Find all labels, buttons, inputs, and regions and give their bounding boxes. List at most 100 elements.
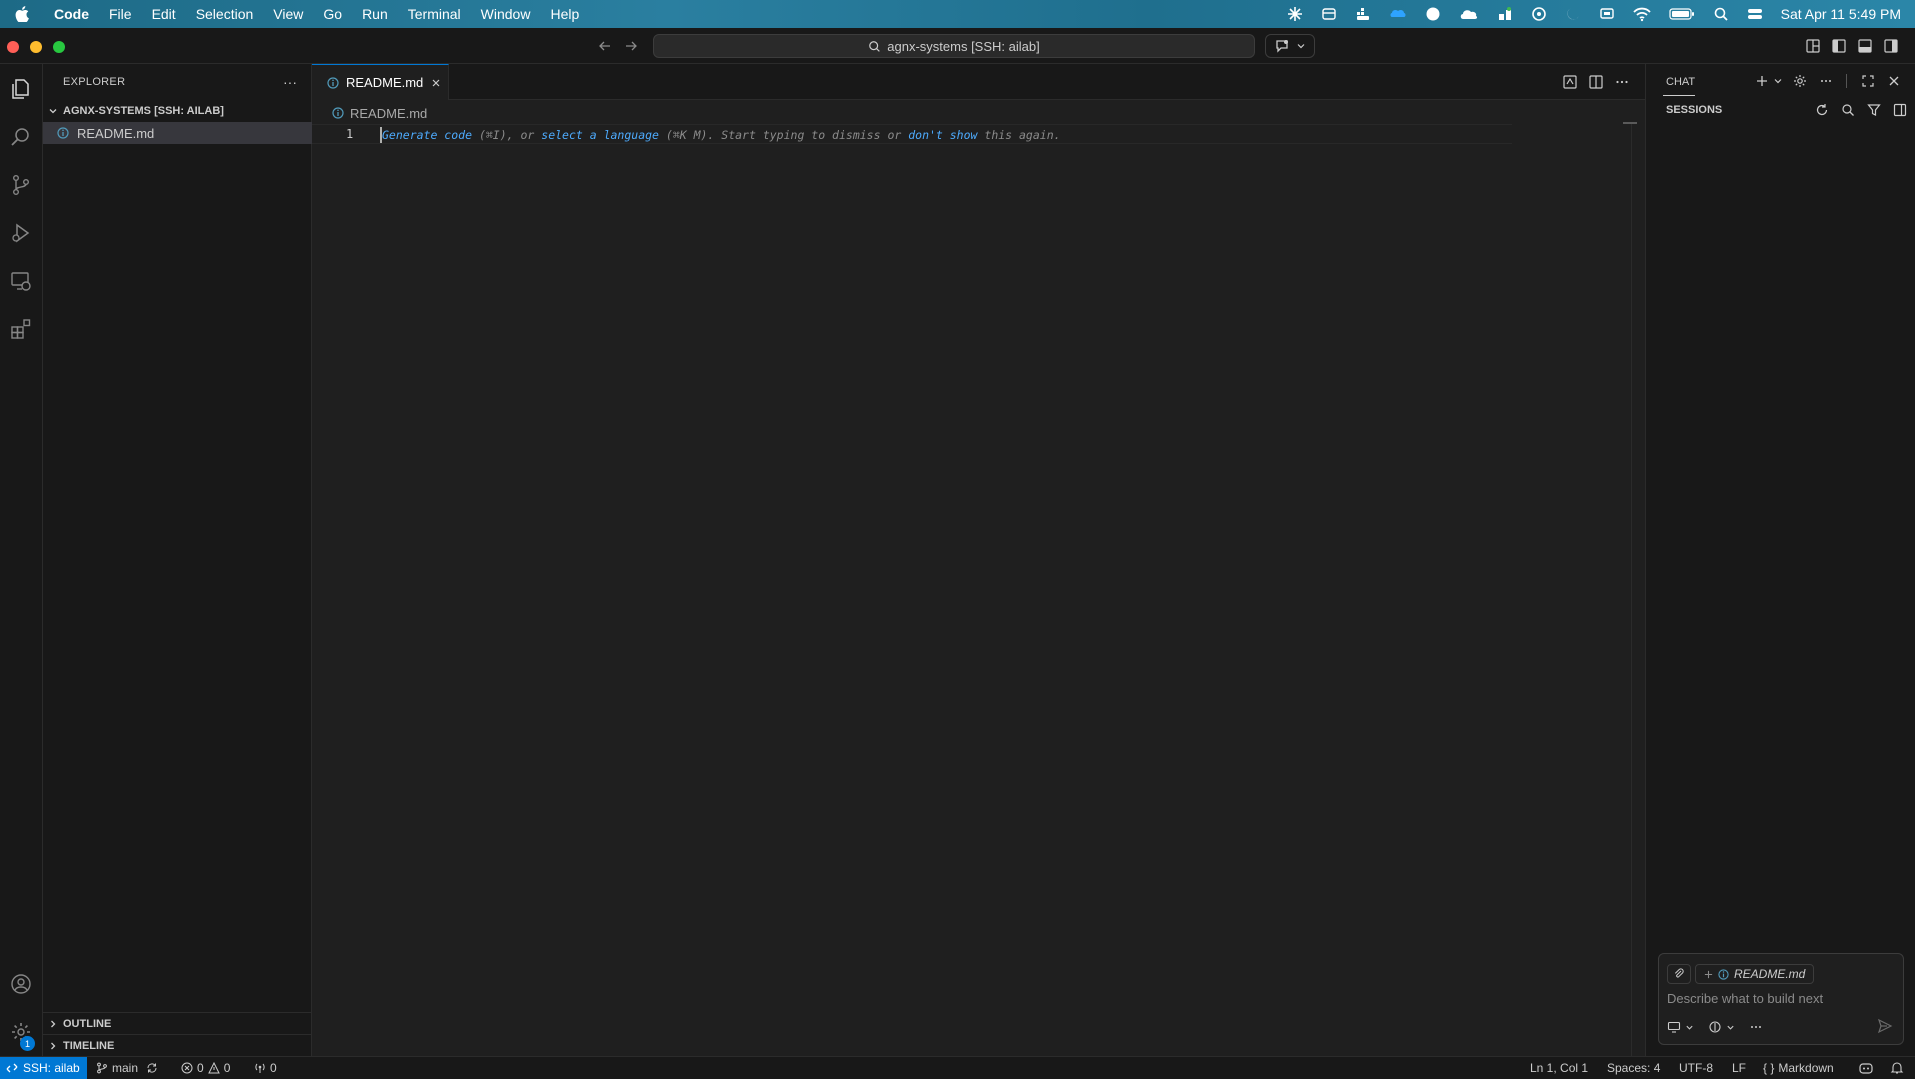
- editor-tab-bar: README.md: [312, 64, 1645, 100]
- package-icon[interactable]: [1321, 6, 1337, 22]
- remote-explorer-icon[interactable]: [8, 268, 34, 294]
- display-icon[interactable]: [1599, 6, 1615, 22]
- refresh-icon[interactable]: [1814, 102, 1830, 118]
- sync-icon[interactable]: [146, 1062, 158, 1074]
- chat-mode-picker[interactable]: [1667, 1020, 1694, 1034]
- spotlight-icon[interactable]: [1713, 6, 1729, 22]
- control-center-icon[interactable]: [1747, 6, 1763, 22]
- open-preview-icon[interactable]: [1562, 74, 1578, 90]
- back-arrow-icon[interactable]: [597, 38, 613, 54]
- menu-edit[interactable]: Edit: [142, 6, 186, 22]
- chat-tab-underline: [1663, 95, 1695, 96]
- copilot-status-icon[interactable]: [1858, 1057, 1874, 1079]
- maximize-icon[interactable]: [1860, 73, 1876, 89]
- customize-layout-icon[interactable]: [1805, 38, 1821, 54]
- workspace-folder-row[interactable]: AGNX-SYSTEMS [SSH: AILAB]: [43, 100, 312, 122]
- close-tab-icon[interactable]: [430, 77, 442, 89]
- attach-context-button[interactable]: [1667, 964, 1691, 984]
- info-file-icon: [327, 76, 339, 89]
- menu-run[interactable]: Run: [352, 6, 398, 22]
- file-tree-item-readme[interactable]: README.md: [43, 122, 312, 144]
- menu-window[interactable]: Window: [471, 6, 541, 22]
- generate-code-link[interactable]: Generate code: [382, 128, 472, 142]
- minimize-window-button[interactable]: [30, 41, 42, 53]
- wifi-icon[interactable]: [1632, 6, 1651, 22]
- cursor-position-status[interactable]: Ln 1, Col 1: [1530, 1057, 1588, 1079]
- openai-icon[interactable]: [1531, 6, 1547, 22]
- menu-help[interactable]: Help: [540, 6, 589, 22]
- forward-arrow-icon[interactable]: [623, 38, 639, 54]
- sparkle-icon[interactable]: [1287, 6, 1303, 22]
- command-center-search[interactable]: agnx-systems [SSH: ailab]: [653, 34, 1255, 58]
- menu-view[interactable]: View: [263, 6, 313, 22]
- language-mode-status[interactable]: { } Markdown: [1763, 1057, 1834, 1079]
- docker-icon[interactable]: [1355, 6, 1371, 22]
- model-picker[interactable]: [1708, 1020, 1735, 1034]
- close-window-button[interactable]: [7, 41, 19, 53]
- globe-icon[interactable]: [1425, 6, 1441, 22]
- context-file-chip[interactable]: README.md: [1695, 964, 1815, 984]
- editor-area: README.md README.md 1 Generate code (⌘I)…: [312, 64, 1645, 1056]
- explorer-more-actions-button[interactable]: ···: [283, 74, 297, 90]
- shelf-icon[interactable]: [1497, 6, 1513, 22]
- editor-line[interactable]: 1 Generate code (⌘I), or select a langua…: [312, 124, 1512, 144]
- zoom-window-button[interactable]: [53, 41, 65, 53]
- outline-section-header[interactable]: OUTLINE: [43, 1012, 312, 1034]
- problems-status[interactable]: 0 0: [181, 1057, 230, 1079]
- breadcrumb-item-file[interactable]: README.md: [350, 106, 427, 121]
- menu-selection[interactable]: Selection: [186, 6, 264, 22]
- filter-icon[interactable]: [1866, 102, 1882, 118]
- cloud-icon[interactable]: [1459, 6, 1479, 22]
- menu-file[interactable]: File: [99, 6, 142, 22]
- editor-scrollbar[interactable]: [1631, 124, 1645, 1056]
- chevron-down-icon: [43, 106, 63, 116]
- run-debug-icon[interactable]: [8, 220, 34, 246]
- more-actions-icon[interactable]: [1614, 74, 1630, 90]
- chevron-down-icon[interactable]: [1770, 73, 1786, 89]
- dont-show-link[interactable]: don't show: [908, 128, 977, 142]
- toggle-sessions-sidebar-icon[interactable]: [1892, 102, 1908, 118]
- send-icon[interactable]: [1877, 1018, 1893, 1034]
- chat-prompt-input[interactable]: [1667, 991, 1893, 1006]
- chat-toggle-button[interactable]: [1265, 34, 1315, 58]
- git-branch-status[interactable]: main: [96, 1057, 158, 1079]
- toggle-panel-icon[interactable]: [1857, 38, 1873, 54]
- split-editor-icon[interactable]: [1588, 74, 1604, 90]
- chat-panel-title[interactable]: CHAT: [1666, 76, 1695, 88]
- accounts-icon[interactable]: [8, 971, 34, 997]
- notifications-bell-icon[interactable]: [1890, 1057, 1904, 1079]
- explorer-icon[interactable]: [8, 76, 34, 102]
- source-control-icon[interactable]: [8, 172, 34, 198]
- menu-go[interactable]: Go: [313, 6, 352, 22]
- close-chat-icon[interactable]: [1886, 73, 1902, 89]
- toggle-primary-sidebar-icon[interactable]: [1831, 38, 1847, 54]
- file-tree-item-label: README.md: [77, 125, 155, 141]
- outline-section-label: OUTLINE: [63, 1017, 112, 1030]
- remote-indicator[interactable]: SSH: ailab: [0, 1057, 87, 1079]
- eol-status[interactable]: LF: [1732, 1057, 1746, 1079]
- editor-tab-readme[interactable]: README.md: [312, 64, 449, 100]
- menu-app-name[interactable]: Code: [44, 6, 99, 22]
- toggle-secondary-sidebar-icon[interactable]: [1883, 38, 1899, 54]
- menu-terminal[interactable]: Terminal: [398, 6, 471, 22]
- cloud-sync-icon[interactable]: [1389, 6, 1407, 22]
- search-sessions-icon[interactable]: [1840, 102, 1856, 118]
- extensions-icon[interactable]: [8, 316, 34, 342]
- cursor-overview-marker: [1623, 122, 1637, 124]
- timeline-section-header[interactable]: TIMELINE: [43, 1034, 312, 1056]
- select-language-link[interactable]: select a language: [541, 128, 659, 142]
- workspace-folder-label: AGNX-SYSTEMS [SSH: AILAB]: [63, 105, 224, 117]
- add-context-plus-icon: [1704, 970, 1713, 979]
- ports-status[interactable]: 0: [254, 1057, 277, 1079]
- menubar-clock[interactable]: Sat Apr 11 5:49 PM: [1781, 6, 1901, 22]
- indentation-status[interactable]: Spaces: 4: [1607, 1057, 1660, 1079]
- chat-settings-gear-icon[interactable]: [1792, 73, 1808, 89]
- chat-tools-more-icon[interactable]: [1749, 1020, 1763, 1034]
- apple-menu-icon[interactable]: [0, 6, 44, 22]
- moon-icon[interactable]: [1565, 6, 1581, 22]
- new-chat-plus-icon[interactable]: [1754, 73, 1770, 89]
- chat-more-icon[interactable]: [1818, 73, 1834, 89]
- encoding-status[interactable]: UTF-8: [1679, 1057, 1713, 1079]
- battery-icon[interactable]: [1669, 7, 1695, 21]
- search-view-icon[interactable]: [8, 124, 34, 150]
